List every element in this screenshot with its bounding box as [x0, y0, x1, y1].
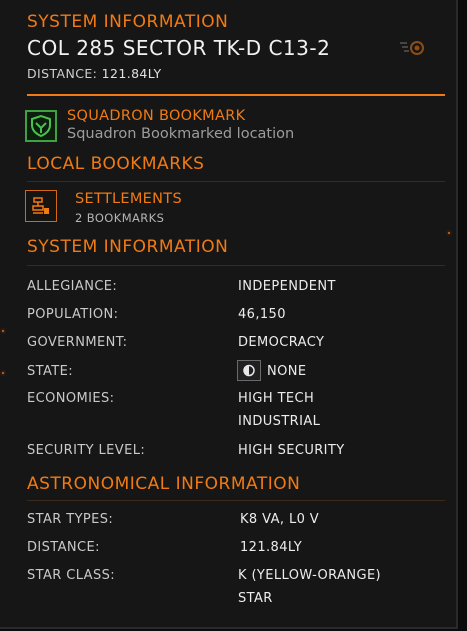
- state-label: STATE:: [27, 364, 74, 379]
- allegiance-value: INDEPENDENT: [238, 279, 336, 294]
- system-faction-icon: [400, 41, 424, 55]
- state-value: NONE: [267, 364, 307, 379]
- header-divider: [27, 94, 445, 96]
- system-info-panel: SYSTEM INFORMATION COL 285 SECTOR TK-D C…: [0, 0, 458, 629]
- squadron-bookmark-icon[interactable]: [25, 110, 57, 142]
- economies-value-secondary: INDUSTRIAL: [238, 414, 321, 429]
- star-types-value: K8 VA, L0 V: [240, 512, 320, 527]
- government-value: DEMOCRACY: [238, 335, 325, 350]
- section-title-system-information: SYSTEM INFORMATION: [27, 12, 229, 32]
- state-none-icon: [237, 360, 261, 381]
- settlement-icon[interactable]: [25, 190, 57, 222]
- system-distance: DISTANCE: 121.84LY: [27, 66, 162, 81]
- background-glint: [2, 372, 4, 374]
- distance-label: DISTANCE:: [27, 66, 98, 81]
- squadron-bookmark-subtitle: Squadron Bookmarked location: [67, 126, 295, 142]
- distance-value: 121.84LY: [101, 66, 162, 81]
- background-glint: [2, 330, 4, 332]
- government-label: GOVERNMENT:: [27, 335, 128, 350]
- system-details-divider: [27, 265, 445, 266]
- population-value: 46,150: [238, 307, 286, 322]
- local-bookmarks-divider: [27, 181, 445, 182]
- economies-label: ECONOMIES:: [27, 391, 115, 406]
- security-level-value: HIGH SECURITY: [238, 443, 345, 458]
- population-label: POPULATION:: [27, 307, 119, 322]
- background-glint: [448, 232, 450, 234]
- bookmark-settlements-title[interactable]: SETTLEMENTS: [75, 191, 182, 207]
- section-title-system-details: SYSTEM INFORMATION: [27, 237, 229, 257]
- economies-value-primary: HIGH TECH: [238, 391, 315, 406]
- star-class-value-primary: K (YELLOW-ORANGE): [238, 568, 382, 583]
- astro-distance-value: 121.84LY: [240, 540, 303, 555]
- star-class-value-secondary: STAR: [238, 591, 273, 606]
- astro-distance-label: DISTANCE:: [27, 540, 100, 555]
- section-title-astronomical: ASTRONOMICAL INFORMATION: [27, 474, 301, 494]
- section-title-local-bookmarks: LOCAL BOOKMARKS: [27, 154, 205, 174]
- security-level-label: SECURITY LEVEL:: [27, 443, 146, 458]
- astronomical-divider: [27, 500, 445, 501]
- allegiance-label: ALLEGIANCE:: [27, 279, 118, 294]
- star-types-label: STAR TYPES:: [27, 512, 114, 527]
- squadron-bookmark-title[interactable]: SQUADRON BOOKMARK: [67, 108, 245, 124]
- system-name: COL 285 SECTOR TK-D C13-2: [27, 36, 331, 60]
- bookmark-settlements-count: 2 BOOKMARKS: [75, 211, 165, 225]
- star-class-label: STAR CLASS:: [27, 568, 116, 583]
